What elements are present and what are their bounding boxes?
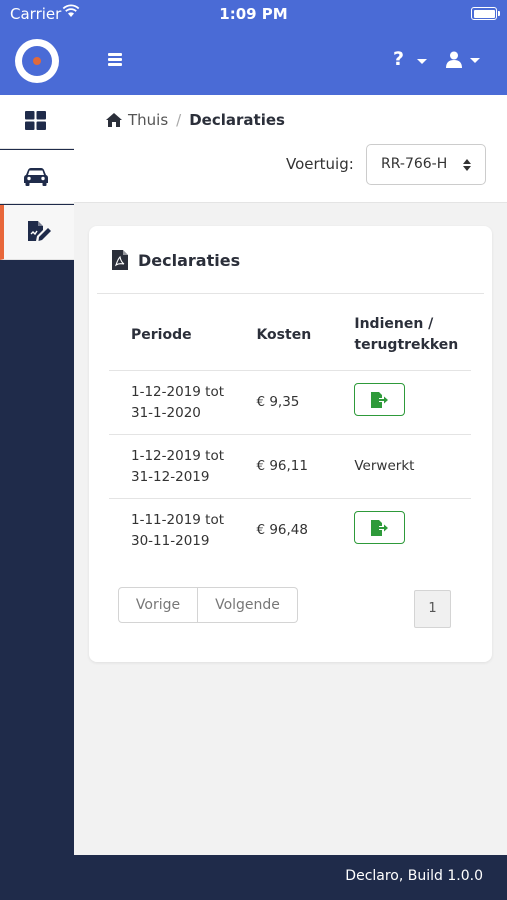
sidebar-item-dashboard[interactable] xyxy=(0,95,74,149)
chevron-down-icon xyxy=(470,58,480,63)
card-title: Declaraties xyxy=(112,250,240,270)
submit-declaration-button[interactable] xyxy=(354,510,406,544)
pagination: Vorige Volgende xyxy=(118,587,298,623)
declaration-icon xyxy=(28,221,51,241)
column-header-submit: Indienen / terugtrekken xyxy=(354,316,459,353)
question-icon: ? xyxy=(393,48,405,70)
previous-page-button[interactable]: Vorige xyxy=(118,587,198,623)
column-header-costs: Kosten xyxy=(256,326,312,343)
sidebar-item-vehicles[interactable] xyxy=(0,150,74,204)
user-menu-button[interactable] xyxy=(446,50,488,70)
page-number-button[interactable]: 1 xyxy=(414,590,451,628)
breadcrumb: Thuis / Declaraties xyxy=(106,111,285,129)
sidebar xyxy=(0,95,74,900)
cost-cell: € 96,11 xyxy=(234,434,333,499)
status-cell: Verwerkt xyxy=(332,434,471,499)
footer: Declaro, Build 1.0.0 xyxy=(74,855,507,900)
help-menu-button[interactable]: ? xyxy=(393,48,427,70)
status-time: 1:09 PM xyxy=(219,5,288,23)
breadcrumb-current: Declaraties xyxy=(189,111,285,129)
cost-cell: € 96,48 xyxy=(234,498,333,563)
status-bar: Carrier 1:09 PM xyxy=(0,0,507,28)
file-export-icon xyxy=(371,391,389,408)
select-arrows-icon xyxy=(463,159,471,173)
period-cell: 1-12-2019 tot 31-12-2019 xyxy=(109,434,235,499)
file-export-icon xyxy=(371,519,389,536)
build-info: Declaro, Build 1.0.0 xyxy=(345,868,483,884)
dashboard-icon xyxy=(25,111,46,130)
app-logo[interactable] xyxy=(15,39,59,83)
cost-cell: € 9,35 xyxy=(234,370,333,435)
period-cell: 1-11-2019 tot 30-11-2019 xyxy=(109,498,235,563)
vehicle-select-value: RR-766-H xyxy=(381,156,448,172)
declarations-table: Periode Kosten Indienen / terugtrekken 1… xyxy=(109,314,471,563)
vehicle-select[interactable]: RR-766-H xyxy=(366,144,486,185)
vehicle-label: Voertuig: xyxy=(286,155,354,173)
main-content: Thuis / Declaraties Voertuig: RR-766-H D… xyxy=(74,95,507,855)
home-icon xyxy=(106,113,122,127)
table-row: 1-12-2019 tot 31-1-2020 € 9,35 xyxy=(109,370,471,435)
column-header-period: Periode xyxy=(131,326,192,343)
sidebar-item-declarations[interactable] xyxy=(0,205,74,260)
period-cell: 1-12-2019 tot 31-1-2020 xyxy=(109,370,235,435)
submit-declaration-button[interactable] xyxy=(354,382,406,416)
card-title-text: Declaraties xyxy=(138,250,241,270)
action-cell xyxy=(332,498,471,563)
action-cell xyxy=(332,370,471,435)
battery-icon xyxy=(471,7,500,20)
user-icon xyxy=(446,51,462,68)
car-icon xyxy=(24,168,48,186)
pdf-file-icon xyxy=(112,250,128,270)
hamburger-icon[interactable] xyxy=(108,53,122,66)
divider xyxy=(97,293,484,294)
page-header: Thuis / Declaraties Voertuig: RR-766-H xyxy=(74,95,507,203)
declarations-card: Declaraties Periode Kosten Indienen / te… xyxy=(89,226,492,662)
table-row: 1-12-2019 tot 31-12-2019 € 96,11 Verwerkt xyxy=(109,434,471,499)
next-page-button[interactable]: Volgende xyxy=(198,587,298,623)
breadcrumb-home[interactable]: Thuis xyxy=(128,111,168,129)
chevron-down-icon xyxy=(417,59,427,64)
breadcrumb-separator: / xyxy=(176,111,182,129)
table-row: 1-11-2019 tot 30-11-2019 € 96,48 xyxy=(109,498,471,563)
